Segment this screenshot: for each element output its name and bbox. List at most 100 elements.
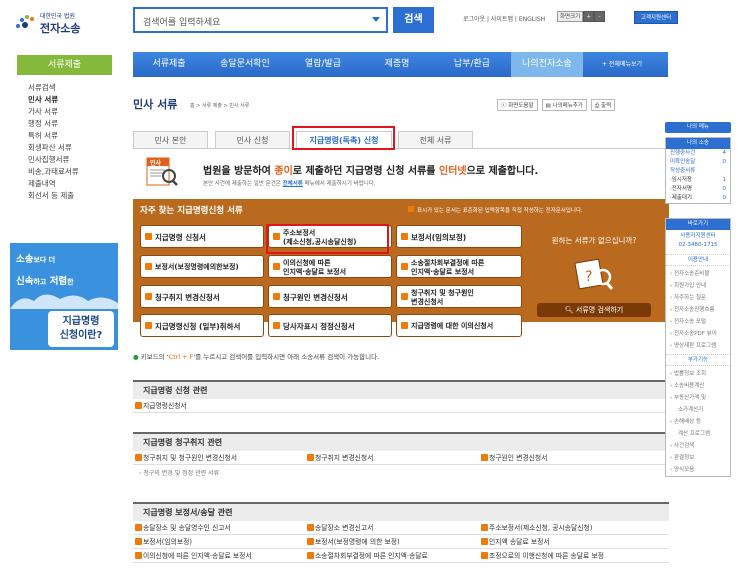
doc-link[interactable]: 보정서(임의보정)	[133, 535, 192, 549]
guide-link-label: 명상재판 프로그램	[673, 343, 717, 349]
doc-link-label: 소송절차회부결정에 따른 인지액·송달료	[315, 552, 428, 560]
search-input[interactable]: 검색어를 입력하세요	[133, 7, 388, 33]
doc-link[interactable]: 이의신청에 따른 인지액·송달료 보정서	[133, 549, 252, 563]
my-menu-button[interactable]: 나의 메뉴	[665, 122, 731, 133]
guide-link[interactable]: › 전자소송진행흐름	[666, 304, 730, 316]
add-mymenu-button[interactable]: ▤ 나의메뉴추가	[541, 99, 587, 111]
print-button[interactable]: ⎙ 출력	[590, 99, 616, 111]
extra-link[interactable]: › 법률정보 조회	[666, 368, 730, 380]
doc-link-label: 청구취지 변경신청서	[315, 454, 374, 462]
doc-link[interactable]: 지급명령신청서	[133, 399, 187, 413]
extra-link[interactable]: › 판결정보	[666, 452, 730, 464]
customer-center-button[interactable]: 고객지원센터	[634, 11, 678, 24]
case-label: ·임시저장	[670, 177, 692, 183]
left-item-noncontentious[interactable]: 비송,과태료서류	[28, 166, 113, 178]
tab-all-docs[interactable]: 전체 서류	[398, 131, 473, 148]
highlight-box	[266, 224, 389, 254]
fav-doc-button[interactable]: 청구취지 변경신청서	[140, 285, 264, 308]
doc-link[interactable]: 청구취지 변경신청서	[305, 451, 373, 465]
search-button[interactable]: 검색	[393, 7, 434, 33]
sub-link[interactable]: › 청구의 변경 및 정정 관련 서류	[133, 465, 669, 483]
top-links[interactable]: 로그아웃 | 사이트맵 | ENGLISH	[463, 14, 545, 23]
nav-item-my[interactable]: 나의전자소송	[511, 52, 583, 77]
left-item-civil[interactable]: 민사 서류	[28, 94, 113, 106]
doc-link[interactable]: 청구취지 및 청구원인 변경신청서	[133, 451, 237, 465]
doc-link[interactable]: 보정서(보정명령에 의한 보정)	[305, 535, 400, 549]
doc-search-button[interactable]: 🔍︎ 서류명 검색하기	[537, 303, 651, 317]
search-placeholder: 검색어를 입력하세요	[143, 18, 221, 28]
guide-link[interactable]: › 전자소송준비물	[666, 268, 730, 280]
edoc-mark-icon	[401, 233, 408, 240]
doc-link[interactable]: 송달장소 및 송달영수인 신고서	[133, 521, 231, 535]
extra-link-cont[interactable]: 계산 프로그램	[666, 428, 730, 440]
fav-doc-button[interactable]: 보정서(임의보정)	[396, 225, 522, 248]
extra-link[interactable]: › 부동산가액 및	[666, 392, 730, 404]
doc-link[interactable]: 소송절차회부결정에 따른 인지액·송달료	[305, 549, 428, 563]
guide-link[interactable]: › 명상재판 프로그램	[666, 340, 730, 352]
help-button[interactable]: ⓘ 화면도움말	[497, 99, 538, 111]
guide-link[interactable]: › 회원가입 안내	[666, 280, 730, 292]
case-row[interactable]: ·제출대기 0	[666, 194, 730, 203]
shortcut-box: 바로가기 사용자지원센터 02-3480-1715 이용안내 › 전자소송준비물 …	[665, 218, 731, 477]
font-plus-button[interactable]: +	[583, 11, 595, 22]
extra-link[interactable]: › 손해배상 등	[666, 416, 730, 428]
left-item-history[interactable]: 제출내역	[28, 178, 113, 190]
left-item-execution[interactable]: 민사집행서류	[28, 154, 113, 166]
page-tools: ⓘ 화면도움말 ▤ 나의메뉴추가 ⎙ 출력	[497, 99, 619, 111]
banner-word: 한	[67, 278, 74, 286]
guide-link[interactable]: › 자주하는 질문	[666, 292, 730, 304]
guide-link[interactable]: › 전자소송 포털	[666, 316, 730, 328]
nav-item-submit[interactable]: 서류제출	[133, 52, 205, 77]
fav-doc-label: 청구원인 변경신청서	[283, 293, 348, 302]
nav-item-cert[interactable]: 제증명	[361, 52, 433, 77]
fav-doc-button[interactable]: 청구원인 변경신청서	[268, 285, 392, 308]
fav-doc-button[interactable]: 이의신청에 따른 인지액·송달료 보정서	[268, 255, 392, 278]
nav-item-view[interactable]: 열람/발급	[285, 52, 361, 77]
payment-order-banner[interactable]: 소송보다 더 신속하고 저렴한 지급명령 신청이란?	[10, 243, 118, 350]
all-menu-button[interactable]: + 전체메뉴보기	[588, 52, 656, 77]
chevron-down-icon[interactable]	[372, 17, 380, 22]
tab-civil-main[interactable]: 민사 본안	[133, 131, 208, 148]
left-item-admin[interactable]: 행정 서류	[28, 118, 113, 130]
search-doc-illustration-icon: ?	[574, 258, 614, 290]
left-item-patent[interactable]: 특허 서류	[28, 130, 113, 142]
doc-link-label: 보정서(임의보정)	[143, 538, 193, 546]
doc-link[interactable]: 청구원인 변경신청서	[479, 451, 547, 465]
nav-item-payment[interactable]: 납부/환급	[433, 52, 511, 77]
case-row[interactable]: ·임시저장 1	[666, 176, 730, 185]
fav-doc-button[interactable]: 보정서(보정명령에의한보정)	[140, 255, 264, 278]
fav-doc-button[interactable]: 청구취지 및 청구원인 변경신청서	[396, 285, 522, 308]
doc-link[interactable]: 송달장소 변경신고서	[305, 521, 373, 535]
fav-doc-button[interactable]: 지급명령 신청서	[140, 225, 264, 248]
font-minus-button[interactable]: -	[594, 11, 606, 22]
left-item-family[interactable]: 가사 서류	[28, 106, 113, 118]
edoc-mark-icon	[135, 552, 142, 559]
court-logo[interactable]: 대한민국 법원 전자소송	[14, 8, 114, 36]
fav-doc-button[interactable]: 당사자표시 정정신청서	[268, 314, 392, 337]
extra-link-cont[interactable]: 소가계산기	[666, 404, 730, 416]
tab-civil-apply[interactable]: 민사 신청	[215, 131, 290, 148]
doc-link-label: 송달장소 및 송달영수인 신고서	[143, 524, 231, 532]
left-item-search[interactable]: 서류검색	[28, 82, 113, 94]
edoc-mark-icon	[401, 293, 408, 300]
fav-doc-button[interactable]: 소송절차회부결정에 따른 인지액·송달료 보정서	[396, 255, 522, 278]
case-row[interactable]: 진행중사건 4	[666, 149, 730, 158]
doc-link[interactable]: 인지액 송달료 보정서	[479, 535, 550, 549]
extra-link[interactable]: › 소송비용계산	[666, 380, 730, 392]
case-row[interactable]: ·전자서명 0	[666, 185, 730, 194]
left-item-reply[interactable]: 회선서 등 제출	[28, 190, 113, 202]
doc-link[interactable]: 조정으로의 이행신청에 따른 송달료 보정	[479, 549, 604, 563]
nav-item-delivery[interactable]: 송달문서확인	[205, 52, 285, 77]
extra-link[interactable]: › 사건검색	[666, 440, 730, 452]
extra-link[interactable]: › 양식모음	[666, 464, 730, 476]
guide-link[interactable]: › 전자소송PDF 뷰어	[666, 328, 730, 340]
all-docs-link[interactable]: 전체서류	[283, 181, 303, 187]
table-row: 보정서(임의보정) 보정서(보정명령에 의한 보정) 인지액 송달료 보정서	[133, 535, 669, 549]
my-case-header: 나의 소송	[666, 138, 730, 149]
favorite-note: 표시가 있는 문서는 표준화된 입력항목을 직접 작성하는 전자문서입니다.	[408, 206, 583, 214]
left-item-bankruptcy[interactable]: 회생파산 서류	[28, 142, 113, 154]
fav-doc-button[interactable]: 지급명령에 대한 이의신청서	[396, 314, 522, 337]
doc-link[interactable]: 주소보정서(제소신청, 공시송달신청)	[479, 521, 592, 535]
fav-doc-button[interactable]: 지급명령신청 (일부)취하서	[140, 314, 264, 337]
case-row[interactable]: 미확인송달 0	[666, 158, 730, 167]
